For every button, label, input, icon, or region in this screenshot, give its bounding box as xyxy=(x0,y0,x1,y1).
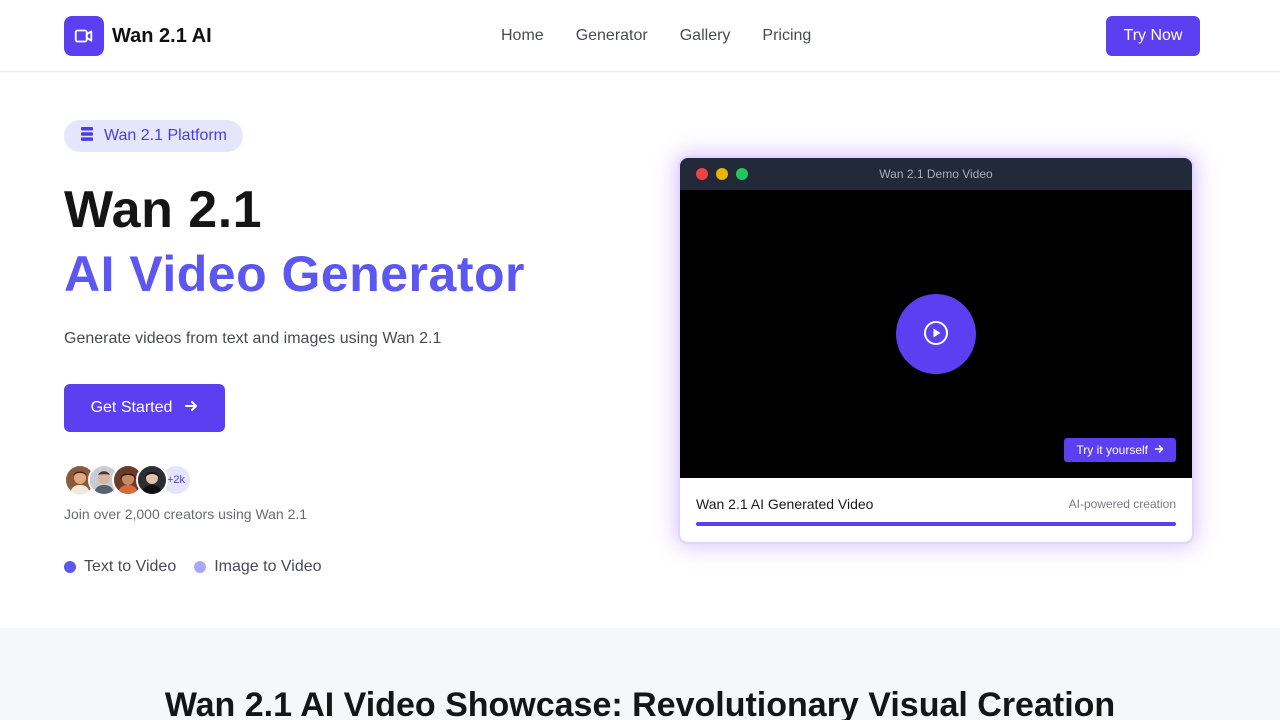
creators-count-text: Join over 2,000 creators using Wan 2.1 xyxy=(64,506,308,522)
showcase-title: Wan 2.1 AI Video Showcase: Revolutionary… xyxy=(164,686,1116,720)
arrow-right-icon xyxy=(1154,443,1164,457)
maximize-window-dot xyxy=(736,168,748,180)
video-camera-icon xyxy=(64,16,104,56)
mode-label: Image to Video xyxy=(214,558,322,575)
mode-dot xyxy=(64,561,76,573)
arrow-right-icon xyxy=(184,399,198,418)
nav-home[interactable]: Home xyxy=(501,27,544,45)
hero-title: Wan 2.1 xyxy=(64,181,263,239)
hero-title-accent: AI Video Generator xyxy=(64,246,525,302)
close-window-dot xyxy=(696,168,708,180)
get-started-button[interactable]: Get Started xyxy=(64,384,225,432)
video-info: Wan 2.1 AI Generated Video AI-powered cr… xyxy=(680,478,1192,542)
nav-pricing[interactable]: Pricing xyxy=(762,27,811,45)
mode-dot xyxy=(194,561,207,573)
mode-text-to-video: Text to Video xyxy=(64,558,176,576)
window-title: Wan 2.1 Demo Video xyxy=(879,167,993,181)
hero-subtitle: Generate videos from text and images usi… xyxy=(64,330,442,347)
play-icon xyxy=(923,320,949,349)
window-titlebar: Wan 2.1 Demo Video xyxy=(680,158,1192,190)
nav-generator[interactable]: Generator xyxy=(576,27,648,45)
mode-list: Text to Video Image to Video xyxy=(64,558,322,576)
creator-avatars: +2k xyxy=(64,464,192,496)
mode-label: Text to Video xyxy=(84,558,177,575)
video-title: Wan 2.1 AI Generated Video xyxy=(696,496,874,512)
try-now-button[interactable]: Try Now xyxy=(1106,16,1200,56)
mode-image-to-video: Image to Video xyxy=(194,558,322,576)
layers-icon xyxy=(80,126,94,147)
minimize-window-dot xyxy=(716,168,728,180)
video-progress-bar[interactable] xyxy=(696,522,1176,526)
ai-powered-label: AI-powered creation xyxy=(1068,497,1176,511)
video-screen[interactable]: Try it yourself xyxy=(680,190,1192,478)
try-it-yourself-label: Try it yourself xyxy=(1076,443,1148,457)
badge-label: Wan 2.1 Platform xyxy=(104,127,228,144)
main-nav: Home Generator Gallery Pricing xyxy=(501,0,811,72)
platform-badge: Wan 2.1 Platform xyxy=(64,120,244,152)
nav-gallery[interactable]: Gallery xyxy=(680,27,731,45)
try-it-yourself-button[interactable]: Try it yourself xyxy=(1064,438,1176,462)
site-header: Wan 2.1 AI Home Generator Gallery Pricin… xyxy=(0,0,1280,72)
logo-text: Wan 2.1 AI xyxy=(112,24,212,47)
avatar xyxy=(136,464,168,496)
video-progress-fill xyxy=(696,522,1176,526)
get-started-label: Get Started xyxy=(90,399,173,416)
demo-video-card: Wan 2.1 Demo Video Try it yourself Wan 2… xyxy=(680,158,1192,542)
logo-link[interactable]: Wan 2.1 AI xyxy=(64,16,212,56)
play-button[interactable] xyxy=(896,294,976,374)
